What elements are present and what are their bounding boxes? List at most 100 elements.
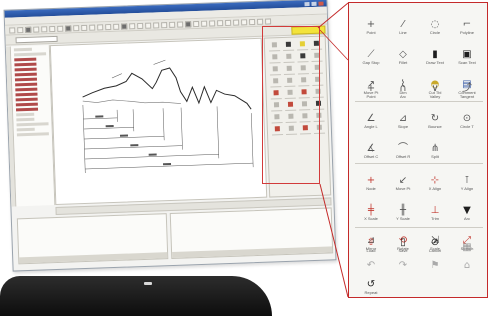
tree-item[interactable]	[16, 98, 38, 102]
toolbar-button[interactable]	[57, 26, 63, 32]
toolbar-button[interactable]	[201, 21, 207, 27]
layer-dropdown[interactable]	[15, 36, 57, 43]
block-icon: ▮	[432, 49, 438, 60]
tree-item[interactable]	[15, 93, 37, 97]
tree-item[interactable]	[15, 83, 37, 87]
tree-item[interactable]	[16, 108, 38, 112]
toolbar-button[interactable]	[97, 24, 103, 30]
toolbar-button[interactable]	[89, 25, 95, 31]
tool-y-scale[interactable]: ╫Y Scale	[387, 193, 419, 223]
tool-x-align[interactable]: ⊹X Align	[419, 163, 451, 193]
tool-redo[interactable]: ↷	[387, 251, 419, 273]
tool-offset-r[interactable]: ⌒Offset R	[387, 131, 419, 161]
monitor-icon: ▣	[462, 49, 471, 60]
toolbar-button[interactable]	[129, 23, 135, 29]
tool-line[interactable]: ⁄Line	[387, 7, 419, 37]
tree-item[interactable]	[15, 68, 37, 72]
tool-x-scale[interactable]: ╪X Scale	[355, 193, 387, 223]
tree-item[interactable]	[15, 78, 37, 82]
polyline-icon: ⌐	[463, 19, 471, 30]
toolbar-button[interactable]	[73, 25, 79, 31]
toolbar-button[interactable]	[217, 20, 223, 26]
tool-point[interactable]: +Point	[355, 7, 387, 37]
properties-panel	[170, 207, 334, 259]
toolbar-button[interactable]	[233, 20, 239, 26]
toolbar-button[interactable]	[121, 23, 127, 29]
tool-flag[interactable]: ⚑	[419, 251, 451, 273]
toolbar-button[interactable]	[185, 21, 191, 27]
tool-scan-text[interactable]: ▣Scan Text	[451, 37, 483, 67]
tool-move-node[interactable]: ↙Move Pt	[387, 163, 419, 193]
drawing-canvas[interactable]	[50, 38, 267, 205]
toolbar-button[interactable]	[113, 24, 119, 30]
close-icon[interactable]	[318, 1, 323, 5]
tool-circle-tangent[interactable]: ⊙Circle T	[451, 101, 483, 131]
tool-repeat[interactable]: ↺Repeat	[355, 273, 387, 297]
tool-undo[interactable]: ↶	[355, 251, 387, 273]
tree-item[interactable]	[14, 58, 36, 62]
tree-item[interactable]	[16, 118, 34, 122]
toolbar-button[interactable]	[25, 27, 31, 33]
trim-icon: ⊥	[431, 205, 440, 216]
tree-item[interactable]	[16, 122, 48, 126]
tool-circle[interactable]: ◌Circle	[419, 7, 451, 37]
toolbar-button[interactable]	[65, 25, 71, 31]
palette-group-misc: ↶ ↷ ⚑ ⌂	[355, 251, 483, 273]
toolbar-button[interactable]	[265, 18, 271, 24]
toolbar-button[interactable]	[49, 26, 55, 32]
tool-polyline[interactable]: ⌐Polyline	[451, 7, 483, 37]
palette-group-repeat: ↺Repeat	[355, 273, 483, 297]
toolbar-button[interactable]	[193, 21, 199, 27]
toolbar-button[interactable]	[177, 21, 183, 27]
toolbar-button[interactable]	[225, 20, 231, 26]
toolbar-button[interactable]	[105, 24, 111, 30]
tool-draw-text[interactable]: ▮Draw Text	[419, 37, 451, 67]
maximize-icon[interactable]	[311, 1, 316, 5]
line-icon: ⁄	[402, 19, 404, 30]
toolbar-button[interactable]	[81, 25, 87, 31]
repeat-icon: ↺	[367, 279, 375, 290]
offset-icon: ⟋	[368, 49, 375, 60]
toolbar-button[interactable]	[209, 20, 215, 26]
tool-arc[interactable]: ∩Arc	[387, 71, 419, 101]
tool-split[interactable]: ⋔Split	[419, 131, 451, 161]
palette-highlight-box	[262, 26, 320, 184]
tool-arc-2[interactable]: ▼Arc	[451, 193, 483, 223]
tool-point-2[interactable]: +Point	[355, 71, 387, 101]
tree-item[interactable]	[14, 63, 36, 67]
toolbar-button[interactable]	[33, 27, 39, 33]
toolbar-button[interactable]	[241, 19, 247, 25]
tool-slope[interactable]: ⊿Slope	[387, 101, 419, 131]
tree-item[interactable]	[15, 73, 37, 77]
toolbar-button[interactable]	[145, 23, 151, 29]
toolbar-button[interactable]	[249, 19, 255, 25]
tree-item[interactable]	[15, 88, 37, 92]
toolbar-button[interactable]	[169, 22, 175, 28]
toolbar-button[interactable]	[9, 27, 15, 33]
toolbar-button[interactable]	[137, 23, 143, 29]
tool-node[interactable]: +Node	[355, 163, 387, 193]
toolbar-button[interactable]	[41, 26, 47, 32]
tree-item[interactable]	[14, 52, 46, 56]
tool-tag[interactable]: ⌂	[451, 251, 483, 273]
tool-offset-c[interactable]: ∡Offset C	[355, 131, 387, 161]
tree-item[interactable]	[16, 103, 38, 107]
tool-tangent[interactable]: ⤴Tangent	[451, 71, 483, 101]
tool-bounce[interactable]: ↻Bounce	[419, 101, 451, 131]
tree-item[interactable]	[17, 128, 35, 132]
tree-item[interactable]	[17, 132, 49, 136]
tree-item[interactable]	[14, 48, 32, 52]
toolbar-button[interactable]	[257, 19, 263, 25]
tree-item[interactable]	[16, 113, 34, 117]
tool-gap-stop[interactable]: ⟋Gap Stop	[355, 37, 387, 67]
toolbar-button[interactable]	[17, 27, 23, 33]
toolbar-button[interactable]	[153, 22, 159, 28]
minimize-icon[interactable]	[304, 2, 309, 6]
tool-valley[interactable]: ∨Valley	[419, 71, 451, 101]
tool-angle[interactable]: ∠Angle L	[355, 101, 387, 131]
flag-icon: ⚑	[431, 260, 440, 271]
toolbar-button[interactable]	[161, 22, 167, 28]
tool-trim[interactable]: ⊥Trim	[419, 193, 451, 223]
tool-fillet[interactable]: ◇Fillet	[387, 37, 419, 67]
tool-y-align[interactable]: ⊺Y Align	[451, 163, 483, 193]
